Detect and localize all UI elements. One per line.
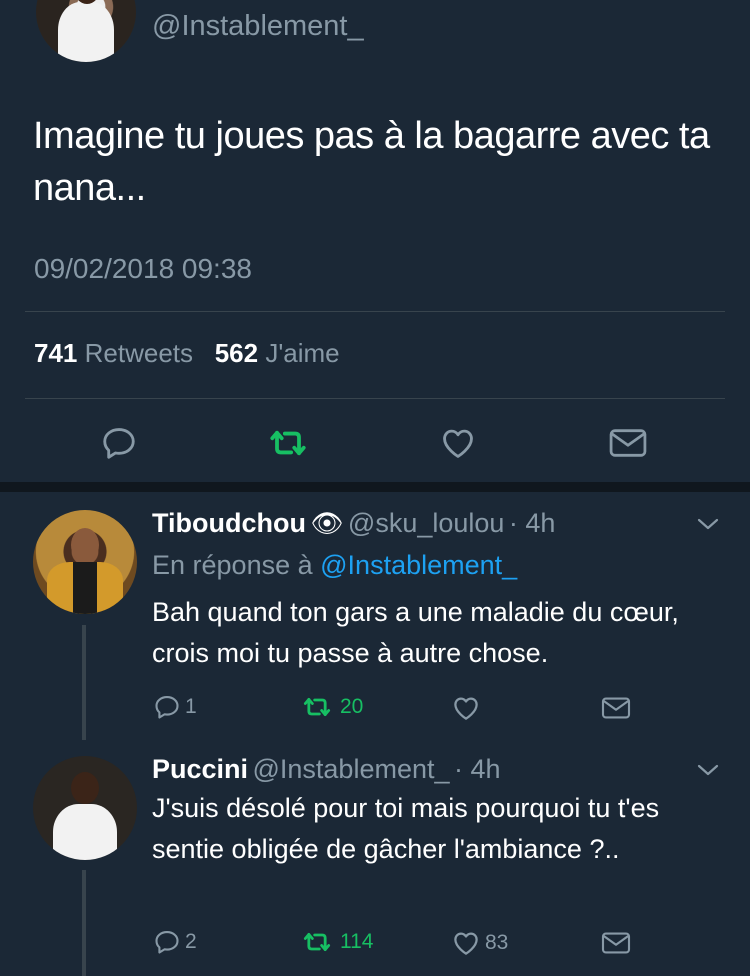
likes-count[interactable]: 562	[215, 338, 258, 368]
reply-count: 2	[185, 930, 197, 953]
reply-icon	[155, 696, 179, 719]
reply-count: 1	[185, 695, 197, 718]
like-count: 83	[485, 931, 509, 954]
section-separator	[0, 482, 750, 492]
reply-to-handle[interactable]: @Instablement_	[320, 550, 517, 580]
reply-time: · 4h	[508, 508, 556, 538]
retweet-action[interactable]: 114	[298, 928, 373, 956]
divider	[25, 398, 725, 399]
like-action[interactable]: 83	[451, 928, 508, 958]
chevron-down-icon[interactable]	[694, 761, 722, 784]
tweet-text: Imagine tu joues pas à la bagarre avec t…	[33, 115, 710, 210]
message-icon	[601, 932, 631, 954]
reply-text: Bah quand ton gars a une maladie du cœur…	[152, 597, 679, 668]
retweet-action[interactable]: 20	[298, 693, 363, 721]
retweet-icon	[303, 698, 331, 716]
reply-icon[interactable]	[100, 424, 138, 467]
reply-author-name[interactable]: Tiboudchou	[152, 508, 306, 538]
eye-emoji-icon: 👁	[310, 508, 344, 538]
tweet-stats: 741 Retweets 562 J'aime	[34, 338, 340, 369]
message-action[interactable]	[600, 930, 632, 956]
retweet-count: 20	[340, 695, 364, 718]
thread-line	[82, 625, 86, 740]
reply-header: Puccini @Instablement_ · 4h	[152, 754, 500, 785]
reply-header: Tiboudchou 👁 @sku_loulou · 4h	[152, 508, 555, 539]
reply-time: · 4h	[453, 754, 501, 784]
message-icon[interactable]	[608, 426, 648, 465]
reply-context: En réponse à @Instablement_	[152, 550, 517, 581]
likes-label[interactable]: J'aime	[265, 338, 339, 368]
reply-icon	[155, 931, 179, 954]
reply-text: J'suis désolé pour toi mais pourquoi tu …	[152, 793, 660, 864]
like-icon[interactable]	[439, 424, 477, 467]
like-icon	[454, 932, 478, 955]
reply-action[interactable]: 2	[153, 928, 197, 956]
like-action[interactable]	[451, 693, 485, 723]
reply-avatar[interactable]	[33, 510, 137, 614]
like-icon	[454, 697, 478, 720]
reply-to-label: En réponse à	[152, 550, 313, 580]
message-action[interactable]	[600, 695, 632, 721]
message-icon	[601, 697, 631, 719]
reply-action[interactable]: 1	[153, 693, 197, 721]
author-avatar[interactable]	[36, 0, 136, 62]
reply-author-handle[interactable]: @Instablement_	[252, 754, 449, 784]
reply-avatar[interactable]	[33, 756, 137, 860]
divider	[25, 311, 725, 312]
reply-author-name[interactable]: Puccini	[152, 754, 248, 784]
retweets-count[interactable]: 741	[34, 338, 77, 368]
retweet-count: 114	[340, 930, 374, 953]
chevron-down-icon[interactable]	[694, 515, 722, 538]
thread-line	[82, 870, 86, 976]
retweet-icon[interactable]	[266, 424, 310, 467]
author-handle[interactable]: @Instablement_	[152, 10, 364, 43]
tweet-timestamp: 09/02/2018 09:38	[34, 253, 252, 284]
reply-author-handle[interactable]: @sku_loulou	[348, 508, 505, 538]
retweet-icon	[303, 933, 331, 951]
retweets-label[interactable]: Retweets	[85, 338, 193, 368]
